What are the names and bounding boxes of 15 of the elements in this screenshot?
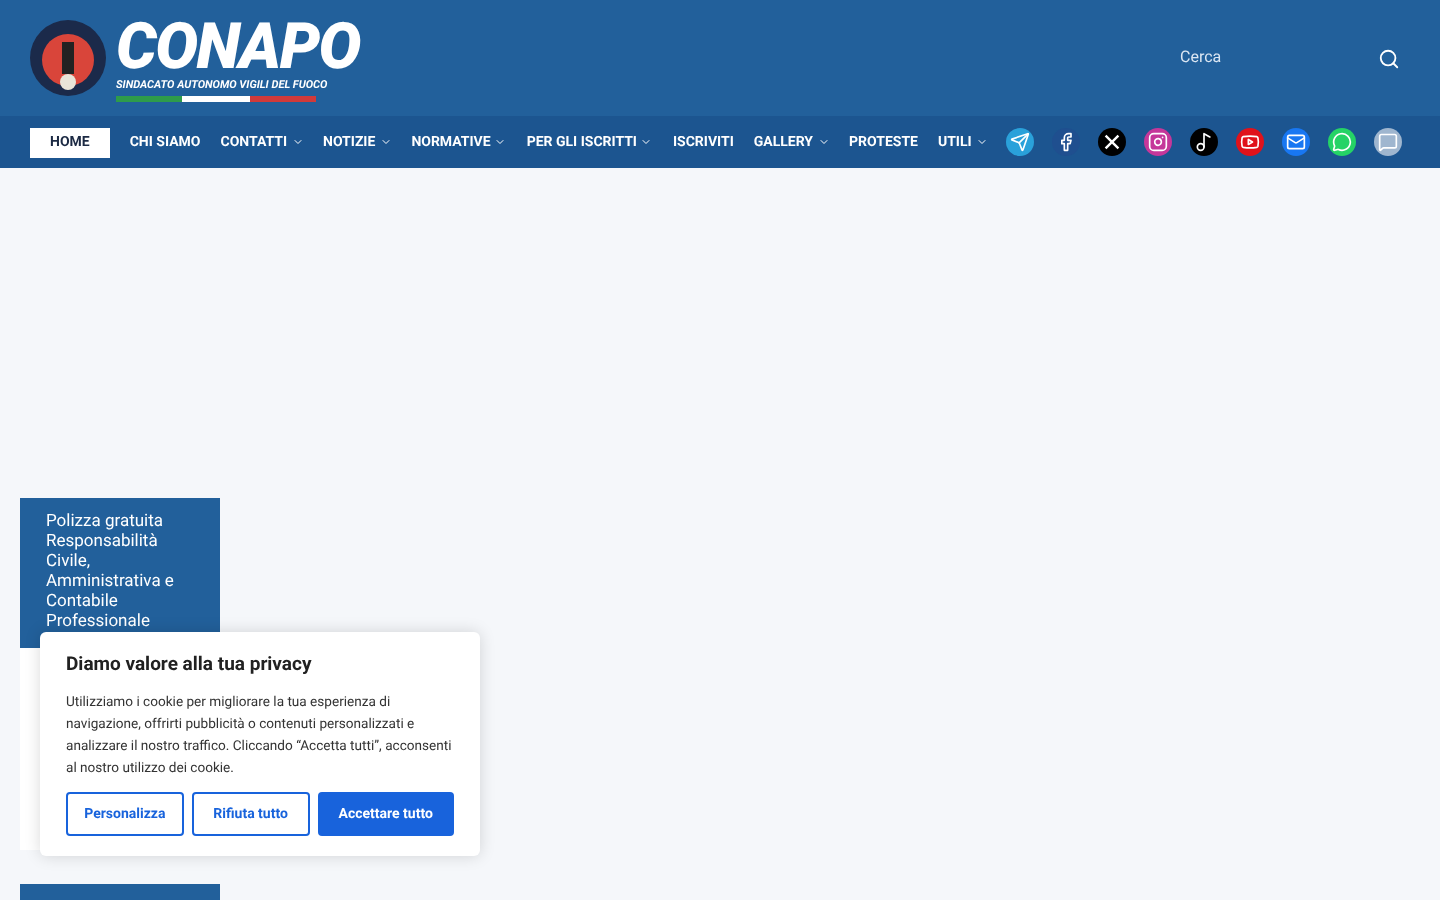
instagram-icon[interactable] <box>1144 128 1172 156</box>
youtube-icon[interactable] <box>1236 128 1264 156</box>
facebook-icon[interactable] <box>1052 128 1080 156</box>
chat-icon[interactable] <box>1374 128 1402 156</box>
promo-card[interactable]: Polizza gratuita Responsabilità Civile, Amministrativa e Contabile Professionale <box>20 498 220 648</box>
emblem-logo-icon <box>28 18 108 98</box>
search-field[interactable]: Cerca <box>1180 46 1300 70</box>
search-icon[interactable] <box>1378 47 1400 69</box>
cookie-title: Diamo valore alla tua privacy <box>66 652 314 680</box>
whatsapp-icon[interactable] <box>1328 128 1356 156</box>
x-icon[interactable] <box>1098 128 1126 156</box>
email-icon[interactable] <box>1282 128 1310 156</box>
promo-text: Polizza gratuita Responsabilità Civile, Amministrativa e Contabile Professionale <box>46 512 176 632</box>
telegram-icon[interactable] <box>1006 128 1034 156</box>
logo-title: CONAPO <box>116 14 360 78</box>
